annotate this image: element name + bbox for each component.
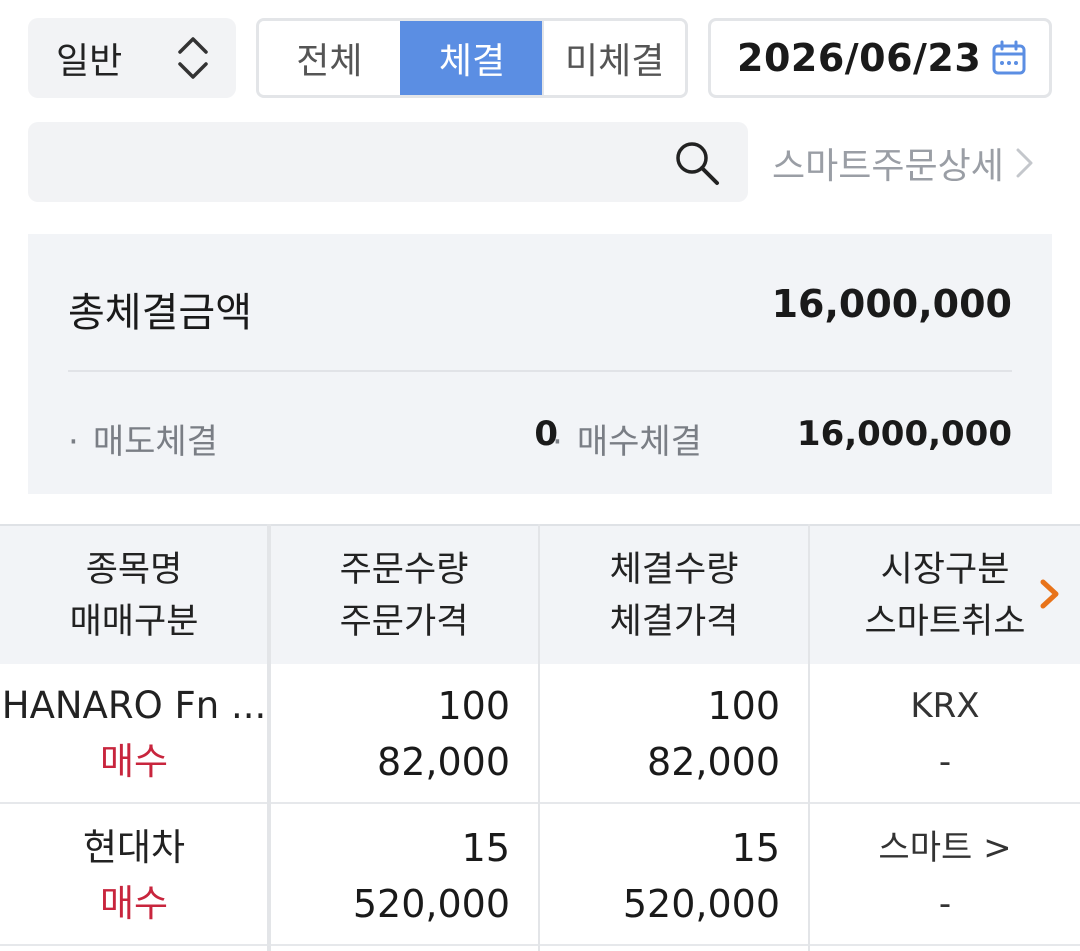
bullet-dot: · (552, 422, 563, 462)
header-line: 체결가격 (609, 602, 739, 642)
execution-filter-tabs: 전체 체결 미체결 (256, 18, 688, 98)
sell-executed-label: · 매도체결 (68, 414, 218, 463)
column-divider (538, 524, 540, 951)
stock-search-input[interactable] (48, 132, 648, 192)
total-executed-amount-value: 16,000,000 (771, 282, 1012, 326)
market-cell: KRX - (810, 664, 1080, 804)
header-line: 주문가격 (339, 602, 469, 642)
table-row[interactable]: HANARO Fn ... 매수 100 82,000 100 82,000 K… (0, 664, 1080, 804)
smart-order-detail-label: 스마트주문상세 (772, 146, 1004, 187)
order-cell: 15 520,000 (270, 806, 538, 946)
smart-order-detail-link[interactable]: 스마트주문상세 (772, 136, 1036, 190)
date-picker[interactable]: 2026/06/23 (708, 18, 1052, 98)
smart-cancel-value: - (938, 742, 952, 782)
total-executed-amount-label: 총체결금액 (68, 290, 252, 336)
tab-executed[interactable]: 체결 (399, 21, 543, 95)
buy-executed-label: · 매수체결 (552, 414, 702, 463)
header-order-qty-price: 주문수량 주문가격 (270, 526, 538, 666)
smart-cancel-value: - (938, 884, 952, 924)
order-type-label: 일반 (56, 41, 123, 82)
sell-executed-text: 매도체결 (92, 422, 218, 462)
order-cell: 100 82,000 (270, 664, 538, 804)
exec-price: 520,000 (622, 882, 780, 926)
stock-name: HANARO Fn ... (1, 684, 267, 727)
stock-name: 현대차 (82, 826, 186, 869)
header-line: 주문수량 (339, 550, 469, 590)
stock-cell: HANARO Fn ... 매수 (0, 664, 268, 804)
trade-side: 매수 (99, 740, 169, 783)
execution-summary-panel: 총체결금액 16,000,000 · 매도체결 0 · 매수체결 16,000,00… (28, 234, 1052, 494)
smart-link[interactable]: 스마트 > (878, 820, 1011, 876)
order-qty: 15 (461, 826, 510, 870)
header-line: 종목명 (85, 550, 183, 590)
exec-qty: 15 (731, 826, 780, 870)
scroll-right-chevron-icon[interactable] (1038, 578, 1062, 610)
chevron-right-icon (1016, 148, 1033, 178)
exec-price: 82,000 (647, 740, 780, 784)
stock-cell: 현대차 매수 (0, 806, 268, 946)
market-type: KRX (910, 686, 980, 726)
order-qty: 100 (437, 684, 510, 728)
order-price: 520,000 (352, 882, 510, 926)
header-exec-qty-price: 체결수량 체결가격 (540, 526, 808, 666)
exec-qty: 100 (707, 684, 780, 728)
sell-executed-value: 0 (534, 414, 558, 454)
execution-table: 종목명 매매구분 주문수량 주문가격 체결수량 체결가격 시장구분 스마트취소 … (0, 524, 1080, 951)
table-header: 종목명 매매구분 주문수량 주문가격 체결수량 체결가격 시장구분 스마트취소 (0, 524, 1080, 664)
stock-search-box (28, 122, 748, 202)
updown-chevron-icon (178, 37, 208, 79)
column-divider (808, 524, 810, 951)
tab-all[interactable]: 전체 (259, 21, 400, 95)
summary-divider (68, 370, 1012, 372)
order-type-select[interactable]: 일반 (28, 18, 236, 98)
header-stock-name: 종목명 매매구분 (0, 526, 268, 666)
header-line: 매매구분 (69, 602, 199, 642)
exec-cell: 100 82,000 (540, 664, 808, 804)
header-line: 스마트취소 (864, 602, 1026, 642)
bullet-dot: · (68, 422, 79, 462)
market-cell: 스마트 > - (810, 806, 1080, 946)
header-line: 시장구분 (880, 550, 1010, 590)
table-row[interactable]: 현대차 매수 15 520,000 15 520,000 스마트 > - (0, 806, 1080, 946)
column-divider (267, 524, 271, 951)
buy-executed-text: 매수체결 (576, 422, 702, 462)
date-value: 2026/06/23 (737, 36, 982, 80)
header-line: 체결수량 (609, 550, 739, 590)
exec-cell: 15 520,000 (540, 806, 808, 946)
search-icon[interactable] (672, 138, 722, 188)
buy-executed-value: 16,000,000 (796, 414, 1012, 454)
tab-unexecuted[interactable]: 미체결 (542, 21, 685, 95)
order-price: 82,000 (377, 740, 510, 784)
trade-side: 매수 (99, 882, 169, 925)
calendar-icon (992, 40, 1026, 75)
